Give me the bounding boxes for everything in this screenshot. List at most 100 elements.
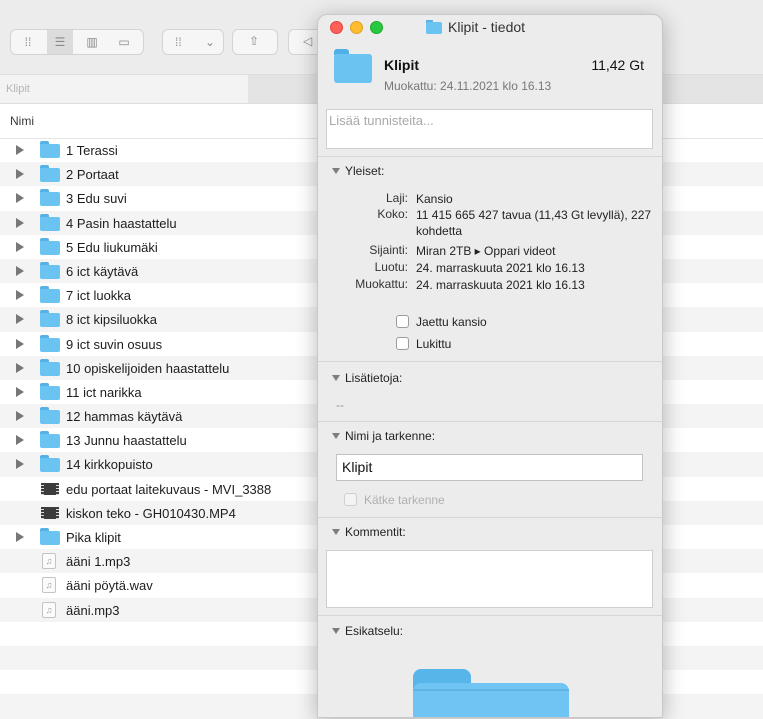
list-item-label: 12 hammas käytävä [66,409,183,425]
list-item-label: 9 ict suvin osuus [66,336,163,352]
list-view-button[interactable]: ☰ [47,30,73,54]
modified-key: Muokattu: [355,277,408,291]
list-item-label: 6 ict käytävä [66,263,139,279]
section-preview[interactable]: Esikatselu: [332,624,403,638]
list-item-label: edu portaat laitekuvaus - MVI_3388 [66,481,272,497]
disclosure-triangle-icon[interactable] [16,169,24,180]
list-item-label: 10 opiskelijoiden haastattelu [66,360,230,376]
folder-icon [40,528,60,545]
list-item-label: 2 Portaat [66,167,119,183]
shared-folder-label: Jaettu kansio [416,315,487,329]
folder-icon [40,358,60,376]
disclosure-triangle-icon[interactable] [16,338,24,349]
column-header-name[interactable]: Nimi [10,114,34,128]
icon-view-button[interactable]: ⁞⁞ [15,30,41,54]
item-modified: Muokattu: 24.11.2021 klo 16.13 [384,79,552,93]
disclosure-triangle-icon[interactable] [16,459,24,470]
section-more-info[interactable]: Lisätietoja: [332,371,402,385]
disclosure-triangle-icon [332,168,340,174]
section-comments-title: Kommentit: [345,525,406,539]
locked-checkbox[interactable] [396,337,409,350]
folder-icon [40,286,60,304]
folder-icon [40,407,60,425]
share-button[interactable]: ⇧ [232,29,278,55]
list-item-label: kiskon teko - GH010430.MP4 [66,505,236,521]
list-item-label: 14 kirkkopuisto [66,457,153,473]
item-name: Klipit [384,57,419,73]
hide-extension-checkbox[interactable] [344,493,357,506]
share-icon: ⇧ [249,34,260,48]
audio-file-icon: ♫ [42,553,56,570]
gallery-icon: ▭ [118,35,130,49]
view-mode-segment: ⁞⁞ ☰ ▥ ▭ [10,29,144,55]
more-info-value: -- [336,398,344,412]
folder-icon [40,141,60,158]
created-value: 24. marraskuuta 2021 klo 16.13 [416,261,585,275]
window-title: Klipit - tiedot [448,19,526,35]
disclosure-triangle-icon[interactable] [16,386,24,397]
comments-field[interactable] [326,550,653,608]
divider [318,156,662,157]
list-item-label: 3 Edu suvi [66,191,127,207]
name-field[interactable] [336,454,643,481]
folder-icon [40,431,60,449]
video-file-icon [41,506,59,519]
disclosure-triangle-icon[interactable] [16,314,24,325]
name-input[interactable] [342,459,632,475]
column-view-button[interactable]: ▥ [79,30,105,54]
folder-icon [40,334,60,352]
disclosure-triangle-icon[interactable] [16,532,24,542]
columns-icon: ▥ [86,35,98,49]
shared-folder-checkbox[interactable] [396,315,409,328]
folder-icon [40,310,60,328]
list-item-label: 4 Pasin haastattelu [66,215,177,231]
folder-icon [334,49,372,83]
list-item-label: 5 Edu liukumäki [66,239,158,255]
folder-icon [40,213,60,231]
divider [318,615,662,616]
disclosure-triangle-icon[interactable] [16,265,24,276]
section-name-ext[interactable]: Nimi ja tarkenne: [332,429,435,443]
disclosure-triangle-icon [332,433,340,439]
gallery-view-button[interactable]: ▭ [111,30,137,54]
path-current-tab[interactable]: Klipit [6,83,30,95]
disclosure-triangle-icon[interactable] [16,435,24,446]
folder-icon [40,261,60,279]
disclosure-triangle-icon[interactable] [16,411,24,422]
section-comments[interactable]: Kommentit: [332,525,406,539]
disclosure-triangle-icon[interactable] [16,145,24,155]
divider [318,517,662,518]
disclosure-triangle-icon[interactable] [16,217,24,228]
disclosure-triangle-icon [332,529,340,535]
list-item-label: Pika klipit [66,530,121,545]
item-size: 11,42 Gt [591,57,644,73]
section-preview-title: Esikatselu: [345,624,404,638]
section-general[interactable]: Yleiset: [332,164,384,178]
folder-icon [40,455,60,473]
section-more-info-title: Lisätietoja: [345,371,403,385]
created-key: Luotu: [374,260,408,274]
section-general-title: Yleiset: [345,164,385,178]
info-titlebar: Klipit - tiedot [318,15,662,41]
close-button[interactable] [330,21,343,34]
locked-label: Lukittu [416,337,452,351]
hide-extension-label: Kätke tarkenne [364,493,445,507]
minimize-button[interactable] [350,21,363,34]
disclosure-triangle-icon[interactable] [16,290,24,301]
disclosure-triangle-icon[interactable] [16,241,24,252]
group-by-button[interactable]: ⁞⁞ ⌄ [162,29,224,55]
list-item-label: 1 Terassi [66,143,118,158]
grid-icon: ⁞⁞ [24,35,32,49]
disclosure-triangle-icon[interactable] [16,193,24,204]
folder-icon [40,165,60,183]
disclosure-triangle-icon[interactable] [16,362,24,373]
tags-field[interactable] [326,109,653,149]
tags-input[interactable] [329,113,629,128]
list-item-label: ääni pöytä.wav [66,578,153,594]
disclosure-triangle-icon [332,375,340,381]
list-item-label: ääni 1.mp3 [66,554,131,570]
zoom-button[interactable] [370,21,383,34]
tag-icon: ◁ [303,34,313,48]
group-icon: ⁞⁞ [175,35,182,49]
list-icon: ☰ [54,35,66,49]
